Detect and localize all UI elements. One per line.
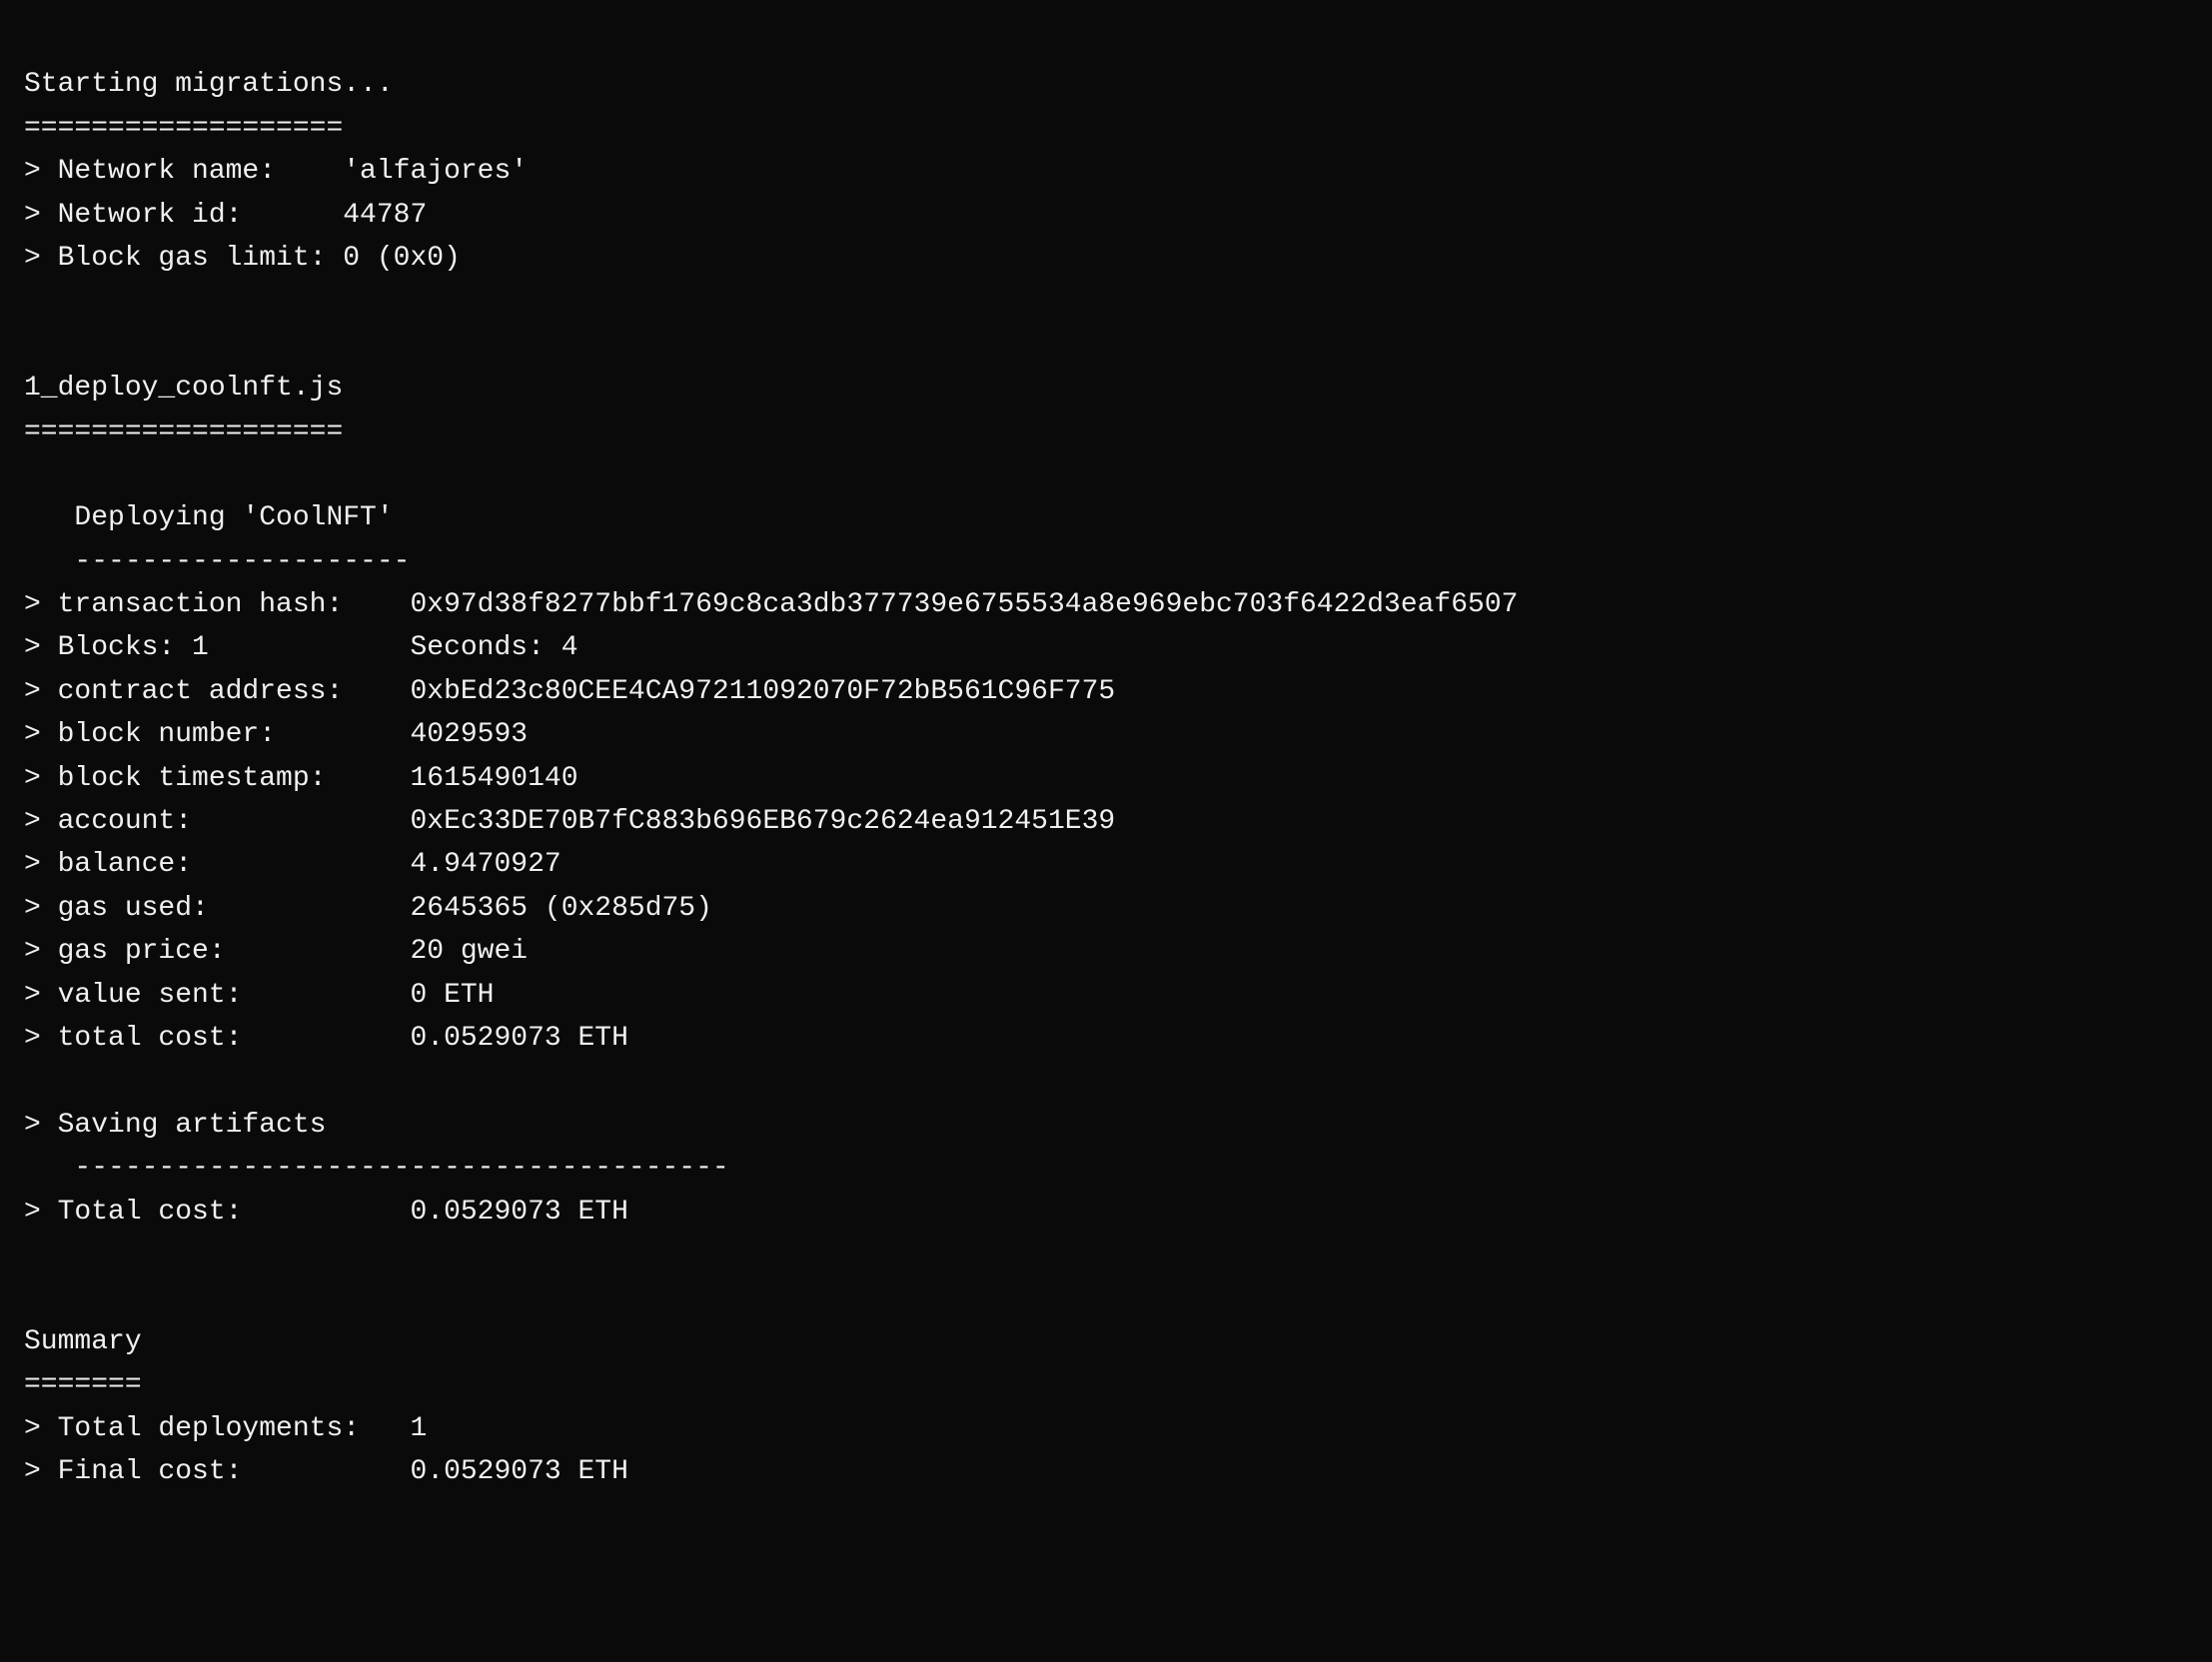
terminal-line-sep2: =================== xyxy=(24,411,2188,453)
terminal-line-gas-price: > gas price: 20 gwei xyxy=(24,930,2188,973)
terminal-line-block-gas: > Block gas limit: 0 (0x0) xyxy=(24,237,2188,280)
terminal-line-tx-hash: > transaction hash: 0x97d38f8277bbf1769c… xyxy=(24,583,2188,626)
terminal-line-starting: Starting migrations... xyxy=(24,63,2188,106)
terminal-line-block-ts: > block timestamp: 1615490140 xyxy=(24,757,2188,800)
terminal-line-deploying: Deploying 'CoolNFT' xyxy=(24,496,2188,539)
terminal-line-balance: > balance: 4.9470927 xyxy=(24,843,2188,886)
terminal-line-network-name: > Network name: 'alfajores' xyxy=(24,150,2188,193)
terminal-line-value-sent: > value sent: 0 ETH xyxy=(24,974,2188,1017)
empty-line-empty2 xyxy=(24,324,2188,367)
terminal-line-sep1: =================== xyxy=(24,107,2188,150)
empty-line-empty6 xyxy=(24,1276,2188,1319)
terminal-line-sep3: ======= xyxy=(24,1363,2188,1406)
terminal-line-total-cost-summary: > Total cost: 0.0529073 ETH xyxy=(24,1191,2188,1234)
terminal-line-gas-used: > gas used: 2645365 (0x285d75) xyxy=(24,887,2188,930)
terminal-line-total-cost: > total cost: 0.0529073 ETH xyxy=(24,1017,2188,1060)
terminal-line-total-deployments: > Total deployments: 1 xyxy=(24,1407,2188,1450)
terminal-line-dashes1: -------------------- xyxy=(24,540,2188,583)
terminal-line-network-id: > Network id: 44787 xyxy=(24,194,2188,237)
empty-line-empty5 xyxy=(24,1234,2188,1276)
terminal-line-final-cost: > Final cost: 0.0529073 ETH xyxy=(24,1450,2188,1493)
terminal-output: Starting migrations...==================… xyxy=(24,20,2188,1493)
terminal-line-block-number: > block number: 4029593 xyxy=(24,713,2188,756)
terminal-line-account: > account: 0xEc33DE70B7fC883b696EB679c26… xyxy=(24,800,2188,843)
terminal-line-dashes2: --------------------------------------- xyxy=(24,1147,2188,1190)
terminal-line-deploy-file: 1_deploy_coolnft.js xyxy=(24,367,2188,410)
terminal-line-contract-addr: > contract address: 0xbEd23c80CEE4CA9721… xyxy=(24,670,2188,713)
terminal-line-blocks: > Blocks: 1 Seconds: 4 xyxy=(24,626,2188,669)
terminal-line-summary: Summary xyxy=(24,1320,2188,1363)
empty-line-empty1 xyxy=(24,280,2188,323)
empty-line-empty4 xyxy=(24,1060,2188,1103)
terminal-line-saving: > Saving artifacts xyxy=(24,1104,2188,1147)
empty-line-empty3 xyxy=(24,453,2188,496)
